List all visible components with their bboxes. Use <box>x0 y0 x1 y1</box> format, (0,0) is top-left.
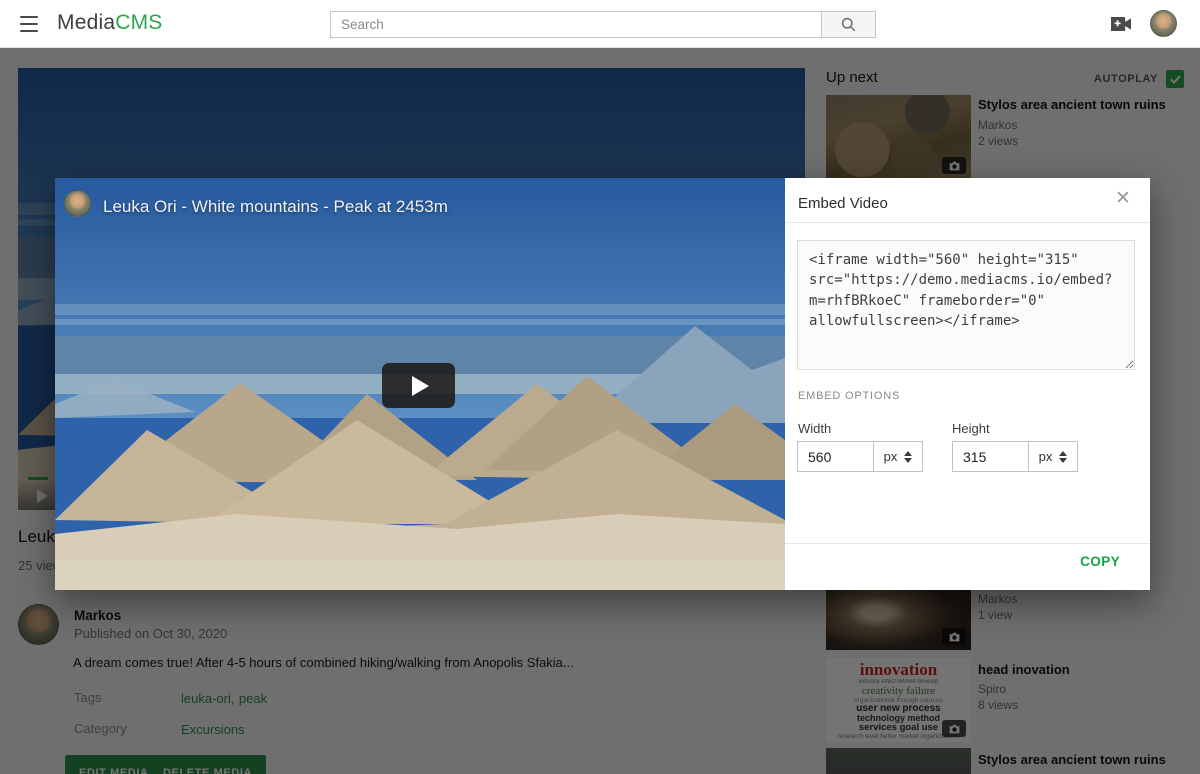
embed-options-panel: Embed Video ✕ <iframe width="560" height… <box>785 178 1150 590</box>
embed-video-modal: Leuka Ori - White mountains - Peak at 24… <box>55 178 1150 590</box>
copy-button[interactable]: COPY <box>1080 554 1120 569</box>
embed-options-label: EMBED OPTIONS <box>798 390 900 402</box>
spinner-icon <box>1059 451 1067 463</box>
search-icon <box>840 16 857 33</box>
height-input[interactable] <box>952 441 1028 472</box>
divider <box>785 222 1150 223</box>
play-button[interactable] <box>382 363 455 408</box>
uploader-avatar[interactable] <box>64 190 91 217</box>
height-unit-select[interactable]: px <box>1028 441 1078 472</box>
embed-code-textarea[interactable]: <iframe width="560" height="315" src="ht… <box>797 240 1135 370</box>
spinner-icon <box>904 451 912 463</box>
width-unit-select[interactable]: px <box>873 441 923 472</box>
search-bar <box>330 11 876 38</box>
close-icon[interactable]: ✕ <box>1115 187 1131 210</box>
play-icon <box>412 376 429 396</box>
modal-title: Embed Video <box>798 195 888 212</box>
width-label: Width <box>798 421 831 436</box>
search-input[interactable] <box>330 11 821 38</box>
embed-video-title[interactable]: Leuka Ori - White mountains - Peak at 24… <box>103 197 448 217</box>
mediacms-app: Leuka Ori - White mountains - Peak at 24… <box>0 0 1200 774</box>
embed-preview-player[interactable]: Leuka Ori - White mountains - Peak at 24… <box>55 178 785 590</box>
width-input[interactable] <box>797 441 873 472</box>
user-avatar[interactable] <box>1150 10 1177 37</box>
height-label: Height <box>952 421 990 436</box>
video-camera-plus-icon <box>1110 16 1132 32</box>
divider <box>785 543 1150 544</box>
top-header: MediaCMS <box>0 0 1200 48</box>
mediacms-logo[interactable]: MediaCMS <box>57 11 162 35</box>
upload-media-icon[interactable] <box>1110 16 1132 37</box>
menu-icon[interactable] <box>20 16 38 32</box>
search-button[interactable] <box>821 11 876 38</box>
